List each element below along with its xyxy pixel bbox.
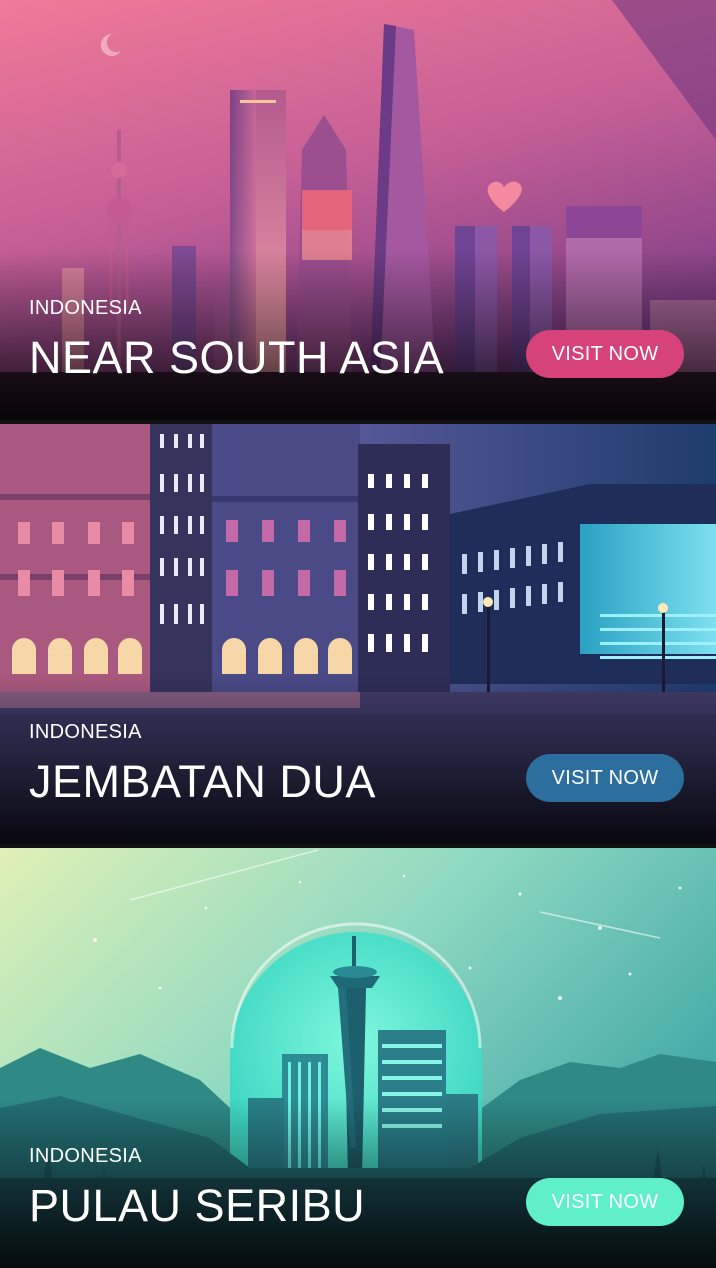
destination-card-pulau-seribu[interactable]: INDONESIA PULAU SERIBU VISIT NOW — [0, 848, 716, 1268]
country-label: INDONESIA — [29, 1145, 142, 1167]
destination-card-jembatan-dua[interactable]: INDONESIA JEMBATAN DUA VISIT NOW — [0, 424, 716, 844]
country-label: INDONESIA — [29, 297, 142, 319]
country-label: INDONESIA — [29, 721, 142, 743]
destination-title: JEMBATAN DUA — [29, 756, 376, 807]
visit-now-button[interactable]: VISIT NOW — [526, 1178, 684, 1226]
destination-title: PULAU SERIBU — [29, 1180, 366, 1231]
visit-now-button[interactable]: VISIT NOW — [526, 330, 684, 378]
visit-now-button[interactable]: VISIT NOW — [526, 754, 684, 802]
destination-title: NEAR SOUTH ASIA — [29, 332, 445, 383]
destination-card-near-south-asia[interactable]: INDONESIA NEAR SOUTH ASIA VISIT NOW — [0, 0, 716, 420]
